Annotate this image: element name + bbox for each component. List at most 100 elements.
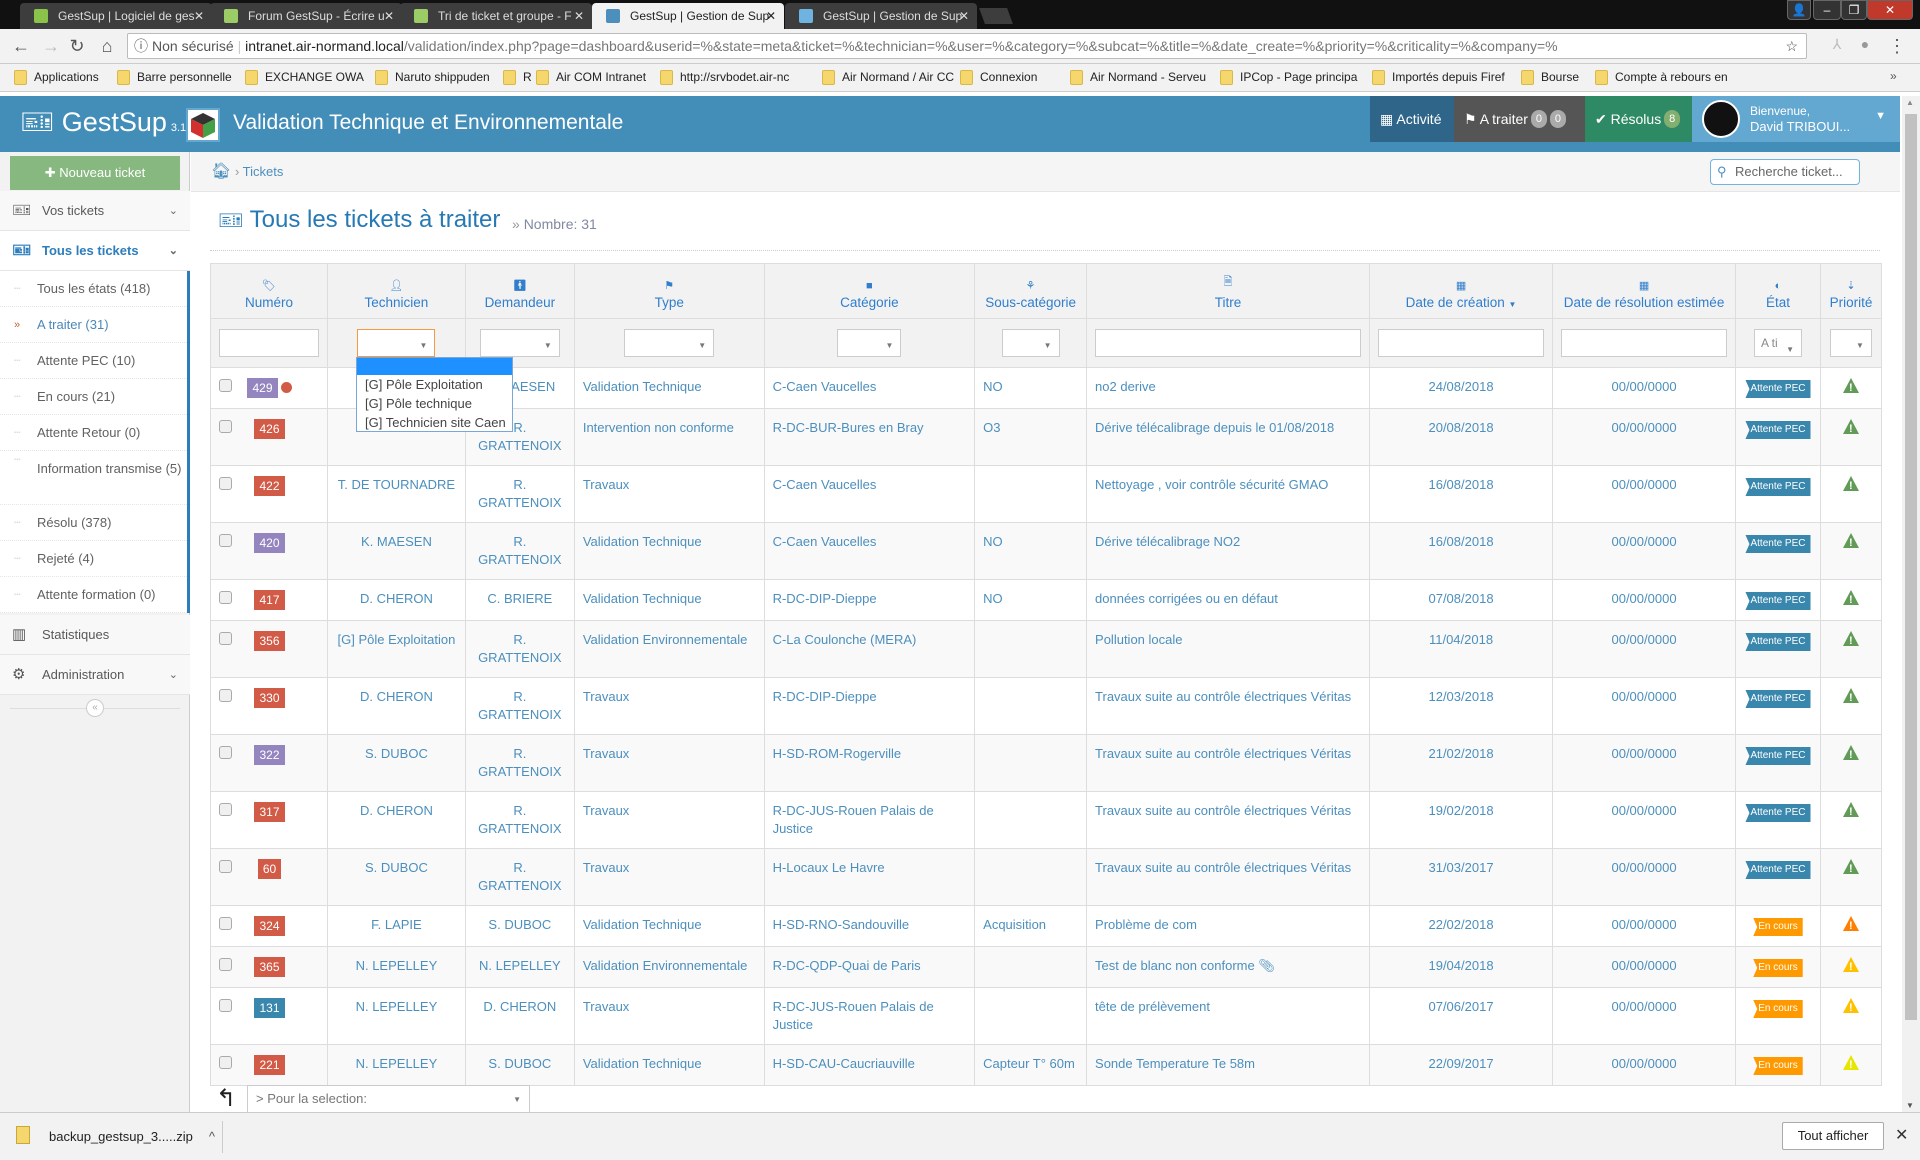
requester-cell[interactable]: S. DUBOC [464,1044,575,1086]
ticket-number[interactable]: 365 [254,957,285,977]
bookmark-star-icon[interactable]: ☆ [1785,34,1798,58]
table-row[interactable]: 324 F. LAPIE S. DUBOC Validation Technique H… [210,905,1883,947]
sidebar-subitem[interactable]: ┄ Information transmise (5) [0,451,187,505]
row-checkbox[interactable] [219,689,232,702]
filter-title[interactable] [1095,329,1362,357]
created-date-cell[interactable]: 16/08/2018 [1369,522,1554,580]
dropdown-option[interactable]: [G] Pôle Exploitation [357,375,512,394]
title-cell[interactable]: Sonde Temperature Te 58m [1086,1044,1371,1086]
filter-state[interactable]: A ti [1753,329,1802,363]
technician-cell[interactable]: F. LAPIE [327,905,466,947]
type-cell[interactable]: Validation Environnementale [573,946,765,988]
technician-cell[interactable]: N. LEPELLEY [327,946,466,988]
ticket-number[interactable]: 60 [257,859,282,879]
technician-dropdown[interactable]: [G] Pôle Exploitation [G] Pôle technique[… [356,357,513,432]
browser-tab[interactable]: Forum GestSup - Écrire u ✕ [210,3,402,29]
created-date-cell[interactable]: 20/08/2018 [1369,408,1554,466]
title-cell[interactable]: Travaux suite au contrôle électriques Vé… [1086,848,1371,906]
resolved-button[interactable]: ✔ Résolus 8 [1585,96,1692,142]
profile-button[interactable]: 👤 [1787,0,1811,20]
sidebar-item-statistics[interactable]: ▥ Statistiques [0,615,190,655]
type-cell[interactable]: Travaux [573,987,765,1045]
back-icon[interactable]: ← [10,36,32,57]
title-cell[interactable]: données corrigées ou en défaut [1086,579,1371,621]
new-tab-button[interactable] [979,8,1013,24]
row-checkbox[interactable] [219,534,232,547]
activity-button[interactable]: ▦ Activité [1370,96,1454,142]
title-cell[interactable]: Pollution locale [1086,620,1371,678]
table-row[interactable]: 60 S. DUBOC R. GRATTENOIX Travaux H-Locaux L… [210,848,1883,906]
column-header[interactable]: ⇣ Priorité [1819,263,1883,319]
due-date-cell[interactable]: 00/00/0000 [1552,734,1737,792]
ticket-number[interactable]: 324 [254,916,285,936]
subcategory-cell[interactable]: NO [974,579,1088,621]
category-cell[interactable]: C-Caen Vaucelles [763,522,976,580]
page-scrollbar[interactable]: ▲ ▼ [1902,96,1920,1112]
technician-cell[interactable]: D. CHERON [327,677,466,735]
close-window-button[interactable]: ✕ [1867,0,1913,20]
ticket-number[interactable]: 417 [254,590,285,610]
sidebar-item-all-tickets[interactable]: 🎫︎ Tous les tickets ⌄ [0,231,190,271]
subcategory-cell[interactable] [974,465,1088,523]
ticket-number[interactable]: 317 [254,802,285,822]
column-header[interactable]: ■ Catégorie [763,263,976,319]
category-cell[interactable]: R-DC-DIP-Dieppe [763,579,976,621]
due-date-cell[interactable]: 00/00/0000 [1552,946,1737,988]
chevron-up-icon[interactable]: ^ [209,1129,215,1144]
requester-cell[interactable]: S. DUBOC [464,905,575,947]
bookmark-item[interactable]: R [503,70,532,85]
bookmark-item[interactable]: Bourse [1521,70,1579,85]
type-cell[interactable]: Validation Technique [573,579,765,621]
user-menu[interactable]: Bienvenue, David TRIBOUI... ▼ [1692,96,1900,142]
due-date-cell[interactable]: 00/00/0000 [1552,408,1737,466]
ticket-number[interactable]: 356 [254,631,285,651]
bulk-action-select[interactable]: > Pour la selection: [247,1085,530,1113]
title-cell[interactable]: tête de prélèvement [1086,987,1371,1045]
category-cell[interactable]: R-DC-JUS-Rouen Palais de Justice [763,791,976,849]
column-header[interactable]: ⚘ Sous-catégorie [974,263,1088,319]
sidebar-collapse-button[interactable]: « [86,699,104,717]
table-row[interactable]: 322 S. DUBOC R. GRATTENOIX Travaux H-SD-ROM-… [210,734,1883,792]
title-cell[interactable]: no2 derive [1086,367,1371,409]
title-cell[interactable]: Dérive télécalibrage NO2 [1086,522,1371,580]
technician-cell[interactable]: D. CHERON [327,791,466,849]
ticket-number[interactable]: 420 [254,533,285,553]
table-row[interactable]: 422 T. DE TOURNADRE R. GRATTENOIX Travaux C-… [210,465,1883,523]
category-cell[interactable]: H-Locaux Le Havre [763,848,976,906]
created-date-cell[interactable]: 12/03/2018 [1369,677,1554,735]
ticket-number[interactable]: 221 [254,1055,285,1075]
due-date-cell[interactable]: 00/00/0000 [1552,1044,1737,1086]
sidebar-item-your-tickets[interactable]: 🎫︎ Vos tickets ⌄ [0,191,190,231]
title-cell[interactable]: Travaux suite au contrôle électriques Vé… [1086,791,1371,849]
column-header[interactable]: ▦ Date de résolution estimée [1552,263,1737,319]
bookmark-item[interactable]: Air Normand / Air CC [822,70,954,85]
category-cell[interactable]: H-SD-RNO-Sandouville [763,905,976,947]
table-row[interactable]: 420 K. MAESEN R. GRATTENOIX Validation Tech… [210,522,1883,580]
requester-cell[interactable]: R. GRATTENOIX [464,522,575,580]
created-date-cell[interactable]: 24/08/2018 [1369,367,1554,409]
bookmark-item[interactable]: http://srvbodet.air-nc [660,70,789,85]
extension-icon[interactable]: ● [1854,36,1876,52]
technician-cell[interactable]: N. LEPELLEY [327,1044,466,1086]
url-input[interactable]: ⓘ Non sécurisé | intranet.air-normand.lo… [127,33,1807,59]
table-row[interactable]: 330 D. CHERON R. GRATTENOIX Travaux R-DC-DIP… [210,677,1883,735]
created-date-cell[interactable]: 31/03/2017 [1369,848,1554,906]
column-header[interactable]: 👤︎ Technicien [327,263,466,319]
due-date-cell[interactable]: 00/00/0000 [1552,987,1737,1045]
type-cell[interactable]: Intervention non conforme [573,408,765,466]
filter-due[interactable] [1561,329,1728,357]
technician-cell[interactable]: D. CHERON [327,579,466,621]
sidebar-subitem[interactable]: ┄ Résolu (378) [0,505,187,541]
row-checkbox[interactable] [219,999,232,1012]
row-checkbox[interactable] [219,591,232,604]
type-cell[interactable]: Travaux [573,465,765,523]
technician-cell[interactable]: S. DUBOC [327,848,466,906]
due-date-cell[interactable]: 00/00/0000 [1552,848,1737,906]
breadcrumb-tickets[interactable]: Tickets [243,164,284,179]
title-cell[interactable]: Travaux suite au contrôle électriques Vé… [1086,677,1371,735]
category-cell[interactable]: H-SD-ROM-Rogerville [763,734,976,792]
requester-cell[interactable]: C. BRIERE [464,579,575,621]
minimize-button[interactable]: – [1813,0,1841,20]
download-item[interactable]: backup_gestsup_3.....zip ^ [16,1126,215,1144]
created-date-cell[interactable]: 22/02/2018 [1369,905,1554,947]
